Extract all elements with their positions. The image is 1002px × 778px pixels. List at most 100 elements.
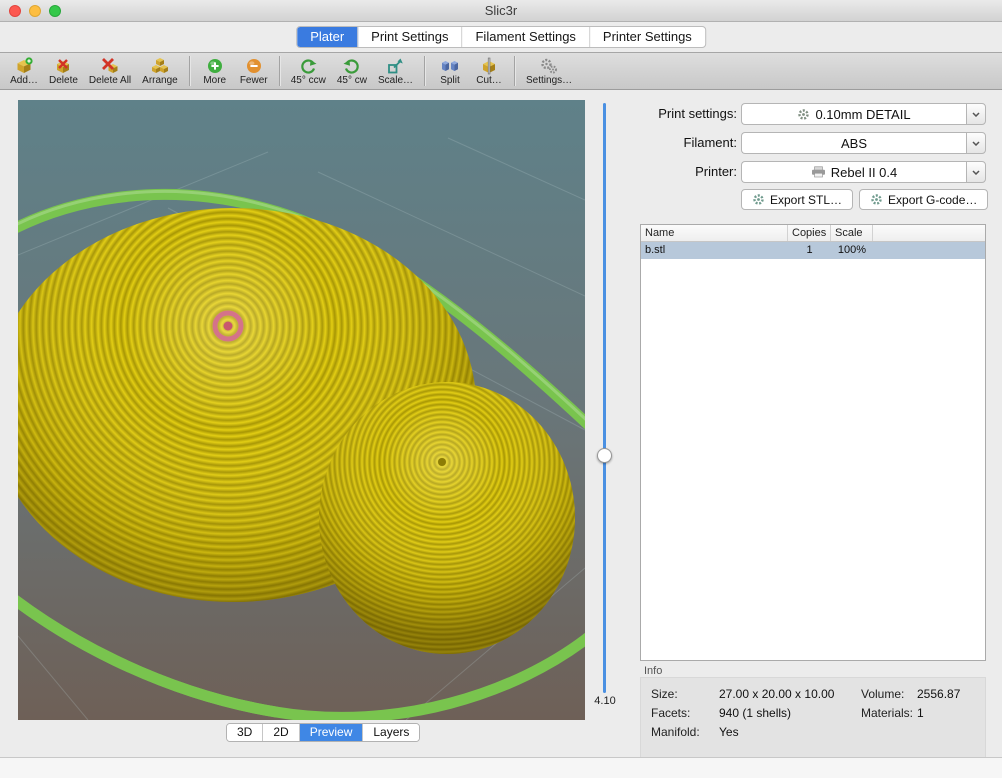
- cell-copies: 1: [788, 242, 831, 259]
- export-stl-button[interactable]: Export STL…: [741, 189, 853, 210]
- toolbar-label: Scale…: [378, 75, 413, 86]
- split-button[interactable]: Split: [436, 57, 464, 86]
- cell-name: b.stl: [641, 242, 788, 259]
- plater-toolbar: Add… Delete De: [0, 52, 1002, 90]
- gear-icon: [870, 193, 883, 206]
- toolbar-label: Split: [440, 75, 459, 86]
- view-mode-switch: 3D 2D Preview Layers: [226, 723, 420, 742]
- chevron-down-icon: [972, 141, 980, 146]
- minimize-button[interactable]: [29, 5, 41, 17]
- toolbar-separator: [514, 56, 515, 86]
- column-header-copies[interactable]: Copies: [788, 225, 831, 241]
- export-stl-label: Export STL…: [770, 193, 842, 207]
- printer-label: Printer:: [640, 161, 737, 183]
- fewer-button[interactable]: Fewer: [240, 57, 268, 86]
- cut-button[interactable]: Cut…: [475, 57, 503, 86]
- model-large-apex-dot: [224, 322, 233, 331]
- plater-3d-viewport[interactable]: [18, 100, 585, 720]
- printer-dropdown-button[interactable]: [966, 161, 986, 183]
- traffic-lights: [9, 5, 61, 17]
- scale-button[interactable]: Scale…: [378, 57, 413, 86]
- layer-slider-track[interactable]: [603, 103, 606, 693]
- rotate-cw-button[interactable]: 45° cw: [337, 57, 367, 86]
- delete-all-icon: [101, 57, 119, 75]
- delete-button[interactable]: Delete: [49, 57, 78, 86]
- tab-bar: Plater Print Settings Filament Settings …: [0, 22, 1002, 52]
- close-button[interactable]: [9, 5, 21, 17]
- add-button[interactable]: Add…: [10, 57, 38, 86]
- print-settings-select[interactable]: 0.10mm DETAIL: [741, 103, 986, 125]
- column-header-scale[interactable]: Scale: [831, 225, 873, 241]
- toolbar-separator: [189, 56, 190, 86]
- size-label: Size:: [651, 687, 678, 701]
- chevron-down-icon: [972, 112, 980, 117]
- zoom-button[interactable]: [49, 5, 61, 17]
- print-settings-label: Print settings:: [640, 103, 737, 125]
- title-bar: Slic3r: [0, 0, 1002, 22]
- export-buttons: Export STL… Export G-code…: [741, 189, 988, 210]
- slic3r-window: Slic3r Plater Print Settings Filament Se…: [0, 0, 1002, 778]
- print-settings-value[interactable]: 0.10mm DETAIL: [741, 103, 966, 125]
- more-button[interactable]: More: [201, 57, 229, 86]
- materials-label: Materials:: [861, 706, 913, 720]
- print-settings-text: 0.10mm DETAIL: [815, 107, 910, 122]
- split-icon: [441, 57, 459, 75]
- filament-text: ABS: [841, 136, 867, 151]
- export-gcode-button[interactable]: Export G-code…: [859, 189, 988, 210]
- print-settings-dropdown-button[interactable]: [966, 103, 986, 125]
- toolbar-label: Arrange: [142, 75, 178, 86]
- rotate-ccw-button[interactable]: 45° ccw: [291, 57, 326, 86]
- toolbar-label: More: [203, 75, 226, 86]
- table-row[interactable]: b.stl 1 100%: [641, 242, 985, 259]
- export-gcode-label: Export G-code…: [888, 193, 977, 207]
- delete-object-icon: [54, 57, 72, 75]
- manifold-value: Yes: [719, 725, 739, 739]
- model-small-apex-dot: [438, 458, 446, 466]
- printer-text: Rebel II 0.4: [831, 165, 898, 180]
- column-header-name[interactable]: Name: [641, 225, 788, 241]
- toolbar-label: Fewer: [240, 75, 268, 86]
- object-settings-button[interactable]: Settings…: [526, 57, 572, 86]
- info-box: Size: 27.00 x 20.00 x 10.00 Volume: 2556…: [640, 677, 986, 758]
- arrange-button[interactable]: Arrange: [142, 57, 178, 86]
- table-header: Name Copies Scale: [641, 225, 985, 242]
- fewer-copies-icon: [245, 57, 263, 75]
- layer-slider[interactable]: [597, 103, 612, 693]
- toolbar-label: 45° cw: [337, 75, 367, 86]
- add-object-icon: [15, 57, 33, 75]
- layer-slider-thumb[interactable]: [597, 448, 612, 463]
- view-preview-button[interactable]: Preview: [300, 724, 364, 741]
- view-2d-button[interactable]: 2D: [263, 724, 299, 741]
- filament-value[interactable]: ABS: [741, 132, 966, 154]
- toolbar-separator: [424, 56, 425, 86]
- model-small-shading: [319, 382, 575, 654]
- tab-group: Plater Print Settings Filament Settings …: [296, 26, 706, 48]
- cell-scale: 100%: [831, 242, 873, 259]
- filament-dropdown-button[interactable]: [966, 132, 986, 154]
- cut-icon: [480, 57, 498, 75]
- filament-label: Filament:: [640, 132, 737, 154]
- tab-printer-settings[interactable]: Printer Settings: [590, 27, 705, 47]
- toolbar-label: Delete All: [89, 75, 131, 86]
- toolbar-separator: [279, 56, 280, 86]
- toolbar-label: Cut…: [476, 75, 502, 86]
- volume-value: 2556.87: [917, 687, 960, 701]
- rotate-cw-icon: [343, 57, 361, 75]
- printer-select[interactable]: Rebel II 0.4: [741, 161, 986, 183]
- tab-filament-settings[interactable]: Filament Settings: [462, 27, 589, 47]
- view-3d-button[interactable]: 3D: [227, 724, 263, 741]
- tab-print-settings[interactable]: Print Settings: [358, 27, 462, 47]
- tab-plater[interactable]: Plater: [297, 27, 358, 47]
- delete-all-button[interactable]: Delete All: [89, 57, 131, 86]
- window-title: Slic3r: [0, 0, 1002, 21]
- scale-icon: [386, 57, 404, 75]
- plater-preview-canvas[interactable]: [18, 100, 585, 720]
- toolbar-label: Settings…: [526, 75, 572, 86]
- size-value: 27.00 x 20.00 x 10.00: [719, 687, 834, 701]
- gear-icon: [797, 108, 810, 121]
- toolbar-label: Delete: [49, 75, 78, 86]
- filament-select[interactable]: ABS: [741, 132, 986, 154]
- object-settings-icon: [540, 57, 558, 75]
- printer-value[interactable]: Rebel II 0.4: [741, 161, 966, 183]
- view-layers-button[interactable]: Layers: [363, 724, 419, 741]
